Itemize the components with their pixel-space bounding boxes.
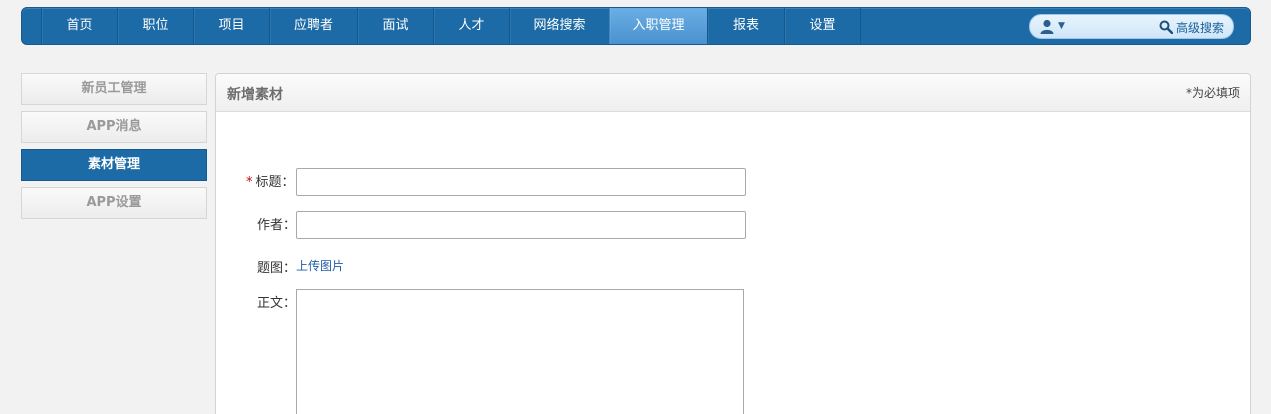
nav-item-home[interactable]: 首页 [41,8,117,44]
nav-item-applicants[interactable]: 应聘者 [269,8,357,44]
nav-item-web-search[interactable]: 网络搜索 [509,8,609,44]
sidebar-item-materials[interactable]: 素材管理 [21,149,207,181]
nav-menu: 首页 职位 项目 应聘者 面试 人才 网络搜索 入职管理 报表 设置 [41,8,861,44]
author-label: 作者： [257,218,297,233]
new-material-panel: 新增素材 *为必填项 * 标题： 作者： 题图： 上传图片 正文： [215,73,1251,414]
upload-image-link[interactable]: 上传图片 [296,257,344,274]
nav-item-positions[interactable]: 职位 [117,8,193,44]
caret-down-icon[interactable]: ▼ [1058,21,1065,31]
author-input[interactable] [296,211,746,239]
nav-item-talent[interactable]: 人才 [433,8,509,44]
title-input[interactable] [296,168,746,196]
advanced-search-link[interactable]: 高级搜索 [1176,19,1224,36]
sidebar-item-app-settings[interactable]: APP设置 [21,187,207,219]
panel-header: 新增素材 *为必填项 [216,74,1250,112]
sidebar-item-new-employee[interactable]: 新员工管理 [21,73,207,105]
cover-image-label: 题图： [257,261,297,276]
nav-item-projects[interactable]: 项目 [193,8,269,44]
body-textarea[interactable] [296,289,744,414]
title-label: * 标题： [246,171,295,190]
body-label: 正文： [257,296,297,311]
nav-item-settings[interactable]: 设置 [784,8,861,44]
nav-item-reports[interactable]: 报表 [707,8,784,44]
required-star: * [246,175,253,190]
nav-item-onboarding[interactable]: 入职管理 [609,8,707,44]
user-icon[interactable] [1040,19,1054,34]
sidebar-item-app-message[interactable]: APP消息 [21,111,207,143]
search-icon[interactable] [1159,20,1173,34]
panel-title: 新增素材 [227,87,283,103]
required-note: *为必填项 [1185,86,1240,100]
top-nav-bar: 首页 职位 项目 应聘者 面试 人才 网络搜索 入职管理 报表 设置 ▼ 高级搜… [21,7,1251,45]
nav-search-box[interactable]: ▼ 高级搜索 [1029,14,1234,39]
title-label-text: 标题： [255,175,295,190]
nav-item-interviews[interactable]: 面试 [357,8,433,44]
